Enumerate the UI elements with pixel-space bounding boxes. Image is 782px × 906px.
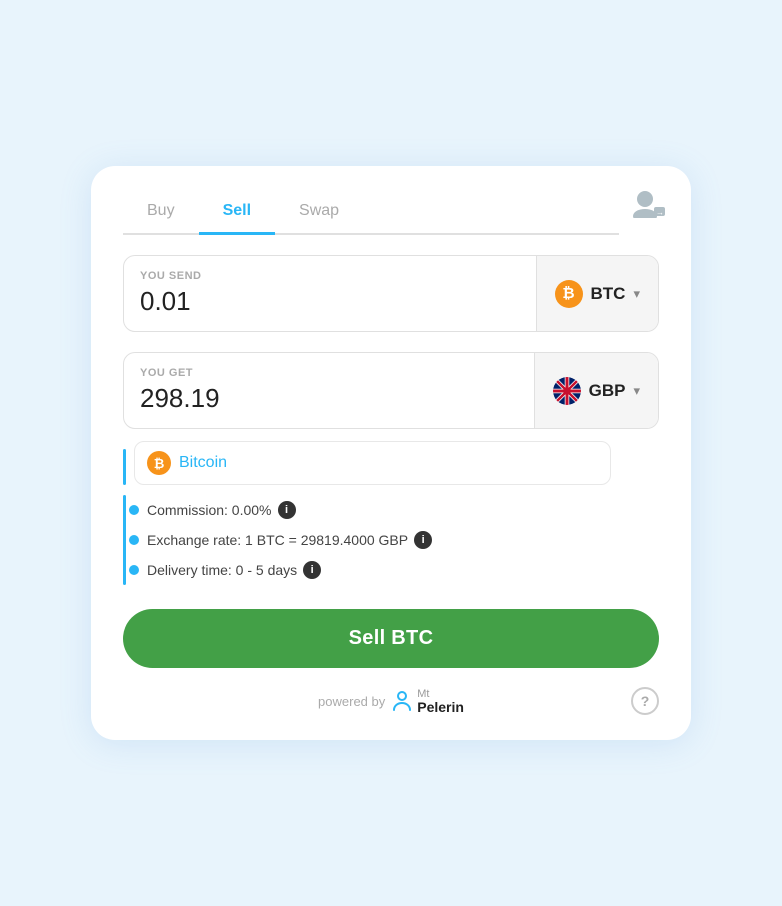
gbp-flag-icon xyxy=(553,377,581,405)
send-input-area: YOU SEND 0.01 xyxy=(124,256,536,331)
mt-pelerin-logo[interactable]: Mt Pelerin xyxy=(391,686,464,716)
exchange-rate-dot xyxy=(129,535,139,545)
get-currency-dropdown-arrow: ▾ xyxy=(633,383,640,399)
send-label: YOU SEND xyxy=(140,270,520,282)
pelerin-icon xyxy=(391,690,413,712)
footer: powered by Mt Pelerin ? xyxy=(123,686,659,716)
send-block: YOU SEND 0.01 ₿ BTC ▾ xyxy=(123,255,659,332)
send-value[interactable]: 0.01 xyxy=(140,286,520,317)
powered-by-area: powered by Mt Pelerin xyxy=(318,686,464,716)
bitcoin-dropdown[interactable]: ₿ Bitcoin xyxy=(134,441,611,485)
profile-area: → xyxy=(631,190,663,222)
details-section: Commission: 0.00% i Exchange rate: 1 BTC… xyxy=(123,495,659,585)
bitcoin-label: Bitcoin xyxy=(179,454,227,472)
commission-text: Commission: 0.00% xyxy=(147,502,272,518)
powered-by-label: powered by xyxy=(318,694,385,709)
main-card: → Buy Sell Swap YOU SEND 0.01 ₿ BTC ▾ YO… xyxy=(91,166,691,740)
get-currency-select[interactable]: GBP ▾ xyxy=(534,353,658,428)
get-label: YOU GET xyxy=(140,367,518,379)
tab-bar: Buy Sell Swap xyxy=(123,194,619,235)
get-value[interactable]: 298.19 xyxy=(140,383,518,414)
delivery-time-dot xyxy=(129,565,139,575)
pelerin-text: Mt Pelerin xyxy=(417,686,464,716)
bitcoin-selector-row: ₿ Bitcoin xyxy=(123,441,659,485)
exchange-rate-text: Exchange rate: 1 BTC = 29819.4000 GBP xyxy=(147,532,408,548)
delivery-time-text: Delivery time: 0 - 5 days xyxy=(147,562,297,578)
get-currency-label: GBP xyxy=(589,381,626,401)
sell-button[interactable]: Sell BTC xyxy=(123,609,659,668)
exchange-rate-row: Exchange rate: 1 BTC = 29819.4000 GBP i xyxy=(139,525,659,555)
delivery-time-row: Delivery time: 0 - 5 days i xyxy=(139,555,659,585)
get-input-area: YOU GET 298.19 xyxy=(124,353,534,428)
btc-icon: ₿ xyxy=(555,280,583,308)
send-currency-select[interactable]: ₿ BTC ▾ xyxy=(536,256,658,331)
svg-text:→: → xyxy=(656,208,664,217)
exchange-rate-info-icon[interactable]: i xyxy=(414,531,432,549)
send-currency-label: BTC xyxy=(591,284,626,304)
commission-row: Commission: 0.00% i xyxy=(139,495,659,525)
tab-buy[interactable]: Buy xyxy=(123,194,199,235)
commission-info-icon[interactable]: i xyxy=(278,501,296,519)
get-block: YOU GET 298.19 GBP ▾ xyxy=(123,352,659,429)
bitcoin-small-icon: ₿ xyxy=(147,451,171,475)
profile-button[interactable]: → xyxy=(631,190,663,222)
tab-sell[interactable]: Sell xyxy=(199,194,275,235)
delivery-time-info-icon[interactable]: i xyxy=(303,561,321,579)
timeline-line xyxy=(123,495,126,585)
send-currency-dropdown-arrow: ▾ xyxy=(633,286,640,302)
commission-dot xyxy=(129,505,139,515)
help-button[interactable]: ? xyxy=(631,687,659,715)
tab-swap[interactable]: Swap xyxy=(275,194,363,235)
